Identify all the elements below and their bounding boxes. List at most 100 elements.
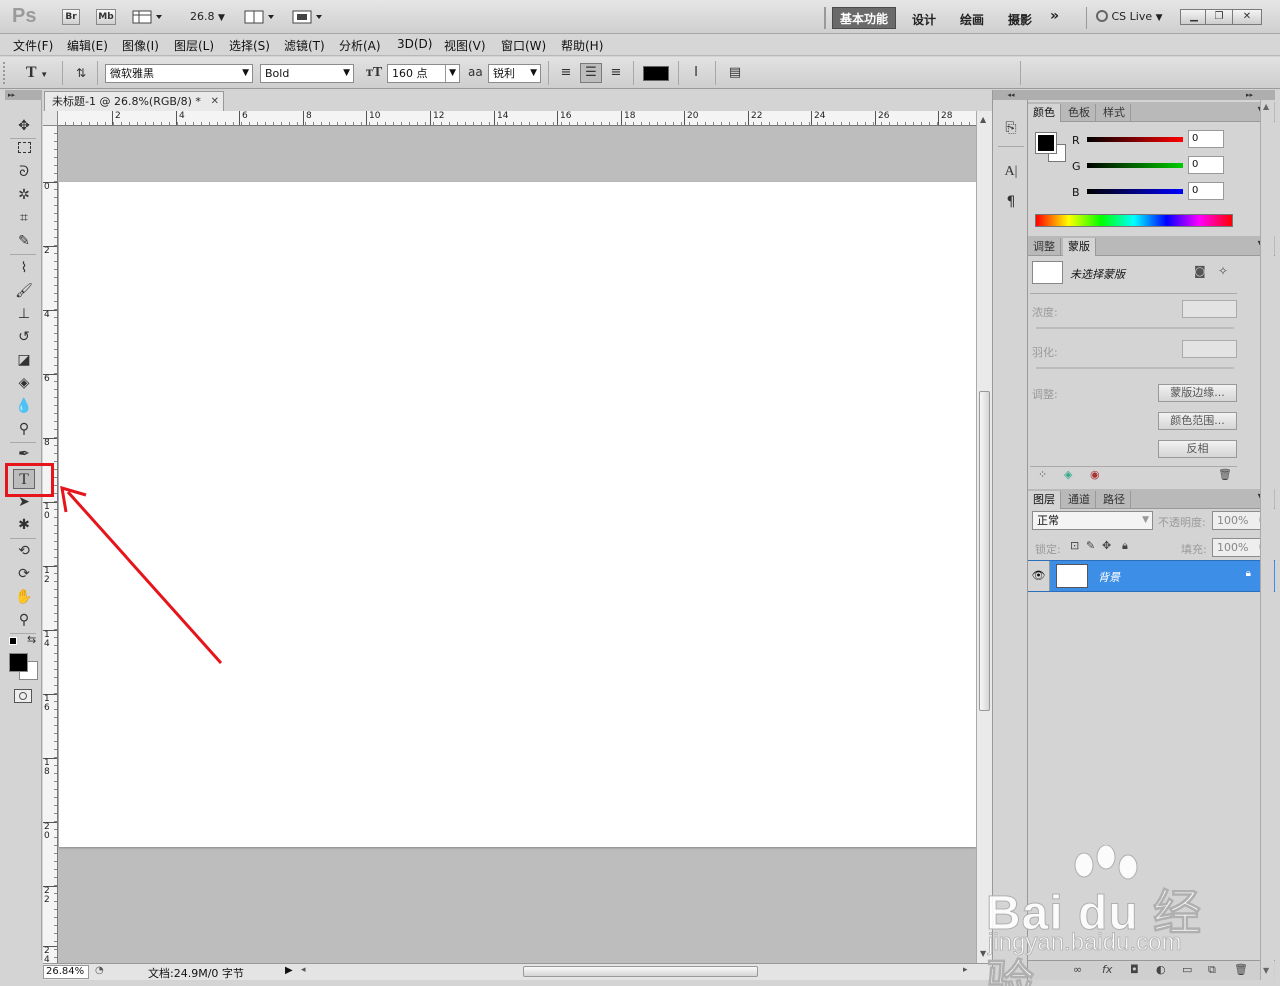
brush-tool[interactable]: 🖌 <box>13 281 35 301</box>
trash-icon[interactable]: 🗑 <box>1218 468 1232 481</box>
tab-adjustments[interactable]: 调整 <box>1028 238 1061 256</box>
color-range-button[interactable]: 颜色范围... <box>1158 412 1237 430</box>
paragraph-panel-icon[interactable]: ¶ <box>1001 192 1021 212</box>
tab-layers[interactable]: 图层 <box>1028 491 1061 509</box>
status-menu-icon[interactable]: ▶ <box>285 965 293 976</box>
menu-help[interactable]: 帮助(H) <box>561 37 603 54</box>
toggle-orientation-button[interactable]: ⇅ <box>70 63 92 83</box>
arrange-documents-menu[interactable] <box>244 9 278 25</box>
scroll-left-icon[interactable]: ◂ <box>301 965 306 975</box>
vertical-ruler[interactable]: 0 2 4 6 8 1 0 1 2 1 4 1 6 1 8 2 0 2 2 2 … <box>43 126 58 965</box>
zoom-level-menu[interactable]: 26.8 ▼ <box>190 10 225 23</box>
blue-slider[interactable] <box>1087 189 1183 194</box>
clone-stamp-tool[interactable]: ⊥ <box>13 304 35 324</box>
menu-layer[interactable]: 图层(L) <box>174 37 214 54</box>
eyedropper-tool[interactable]: ✎ <box>13 231 35 251</box>
menu-edit[interactable]: 编辑(E) <box>67 37 108 54</box>
antialias-select[interactable]: 锐利 ▼ <box>488 64 541 83</box>
document-info[interactable]: 文档:24.9M/0 字节 <box>148 965 244 981</box>
pen-tool[interactable]: ✒ <box>13 444 35 464</box>
swap-colors-icon[interactable]: ⇆ <box>27 633 36 646</box>
cs-live-menu[interactable]: CS Live ▼ <box>1096 10 1163 23</box>
close-icon[interactable]: ✕ <box>211 92 219 111</box>
lock-pixels-icon[interactable]: ✎ <box>1086 539 1095 552</box>
pixel-mask-icon[interactable]: ◙ <box>1194 264 1206 278</box>
zoom-field[interactable]: 26.84% <box>43 965 89 979</box>
history-panel-icon[interactable]: ⎘ <box>1001 118 1021 138</box>
feather-field[interactable] <box>1182 340 1237 358</box>
density-slider[interactable] <box>1036 327 1234 329</box>
apply-mask-icon[interactable]: ◈ <box>1064 468 1072 481</box>
red-value[interactable]: 0 <box>1188 130 1224 148</box>
move-tool[interactable]: ✥ <box>13 116 35 136</box>
expand-icon[interactable]: ◂◂ <box>993 90 1029 100</box>
menu-select[interactable]: 选择(S) <box>229 37 270 54</box>
crop-tool[interactable]: ⌗ <box>13 208 35 228</box>
view-extras-menu[interactable] <box>132 9 166 25</box>
density-field[interactable] <box>1182 300 1237 318</box>
collapse-icon[interactable]: ▸▸ <box>5 90 42 100</box>
custom-shape-tool[interactable]: ✱ <box>13 515 35 535</box>
green-slider[interactable] <box>1087 163 1183 168</box>
marquee-tool[interactable] <box>13 139 35 159</box>
visibility-eye-icon[interactable]: 👁 <box>1028 561 1050 591</box>
workspace-photography[interactable]: 摄影 <box>1008 11 1032 28</box>
invert-button[interactable]: 反相 <box>1158 440 1237 458</box>
color-spectrum-ramp[interactable] <box>1035 214 1233 227</box>
zoom-tool[interactable]: ⚲ <box>13 610 35 630</box>
menu-filter[interactable]: 滤镜(T) <box>284 37 325 54</box>
menu-file[interactable]: 文件(F) <box>13 37 53 54</box>
dodge-tool[interactable]: ⚲ <box>13 419 35 439</box>
lock-transparency-icon[interactable]: ⊡ <box>1070 539 1079 552</box>
lasso-tool[interactable]: ᘐ <box>13 162 35 182</box>
foreground-color-swatch[interactable] <box>9 653 28 672</box>
restore-button[interactable]: ❐ <box>1205 9 1233 25</box>
text-color-swatch[interactable] <box>643 66 669 81</box>
minibridge-button[interactable]: Mb <box>96 9 116 25</box>
paint-bucket-tool[interactable]: ◈ <box>13 373 35 393</box>
status-info-icon[interactable]: ◔ <box>95 965 104 976</box>
mask-edge-button[interactable]: 蒙版边缘... <box>1158 384 1237 402</box>
menu-view[interactable]: 视图(V) <box>444 37 486 54</box>
load-selection-icon[interactable]: ⁘ <box>1038 468 1047 481</box>
history-brush-tool[interactable]: ↺ <box>13 327 35 347</box>
foreground-color-swatch[interactable] <box>1035 132 1057 154</box>
font-size-field[interactable]: 160 点 ▼ <box>387 64 460 83</box>
menu-3d[interactable]: 3D(D) <box>397 37 432 51</box>
warp-text-button[interactable]: Ⅰ <box>685 63 707 83</box>
document-tab[interactable]: 未标题-1 @ 26.8%(RGB/8) * ✕ <box>44 91 224 111</box>
tab-masks[interactable]: 蒙版 <box>1063 238 1096 256</box>
tab-color[interactable]: 颜色 <box>1028 104 1061 122</box>
lock-position-icon[interactable]: ✥ <box>1102 539 1111 552</box>
red-slider[interactable] <box>1087 137 1183 142</box>
tab-swatches[interactable]: 色板 <box>1063 104 1096 122</box>
blue-value[interactable]: 0 <box>1188 182 1224 200</box>
vector-mask-icon[interactable]: ✧ <box>1218 264 1228 278</box>
scroll-up-icon[interactable]: ▲ <box>1263 102 1269 111</box>
eraser-tool[interactable]: ◪ <box>13 350 35 370</box>
scrollbar-thumb[interactable] <box>979 391 990 711</box>
screen-mode-menu[interactable] <box>292 9 326 25</box>
document-canvas[interactable] <box>59 182 976 847</box>
tab-styles[interactable]: 样式 <box>1098 104 1131 122</box>
menu-window[interactable]: 窗口(W) <box>501 37 546 54</box>
toggle-mask-icon[interactable]: ◉ <box>1090 468 1100 481</box>
panel-scrollbar[interactable]: ▲ ▼ <box>1260 100 1274 980</box>
bridge-button[interactable]: Br <box>62 9 80 25</box>
horizontal-scrollbar-thumb[interactable] <box>523 966 758 977</box>
character-panel-icon[interactable]: A| <box>1001 162 1021 182</box>
scroll-up-icon[interactable]: ▲ <box>980 115 986 124</box>
blur-tool[interactable]: 💧 <box>13 396 35 416</box>
quick-selection-tool[interactable]: ✲ <box>13 185 35 205</box>
lock-all-icon[interactable]: 🔒︎ <box>1122 539 1128 553</box>
ruler-origin[interactable] <box>43 111 58 126</box>
more-workspaces-icon[interactable]: » <box>1050 8 1059 24</box>
3d-orbit-tool[interactable]: ⟳ <box>13 564 35 584</box>
quick-mask-button[interactable] <box>14 689 32 703</box>
collapse-icon[interactable]: ▸▸ <box>1028 90 1275 100</box>
font-family-select[interactable]: 微软雅黑 ▼ <box>105 64 253 83</box>
menu-image[interactable]: 图像(I) <box>122 37 159 54</box>
tab-paths[interactable]: 路径 <box>1098 491 1131 509</box>
align-center-button[interactable]: ☰ <box>580 63 602 83</box>
tool-preset-picker[interactable]: T ▼ <box>18 63 56 83</box>
